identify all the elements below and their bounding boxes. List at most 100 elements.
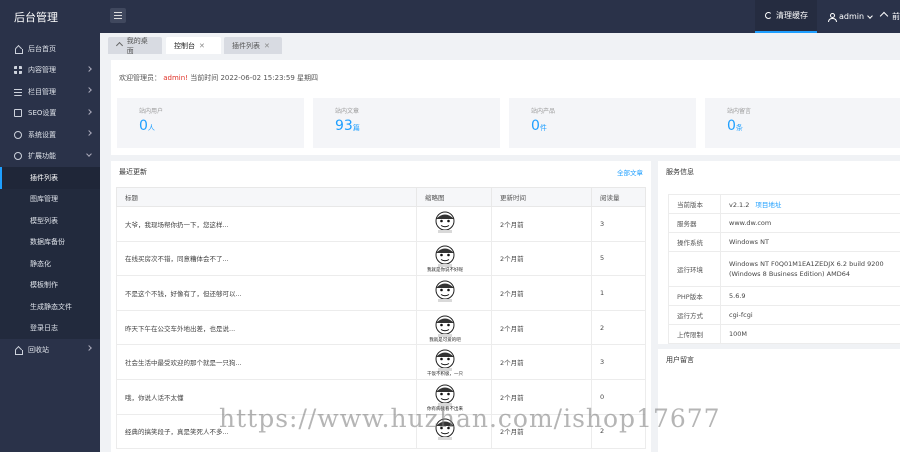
sidebar-item-label: 系统设置	[28, 130, 56, 139]
sidebar-item-columns[interactable]: 栏目管理	[0, 81, 100, 103]
refresh-icon	[765, 12, 772, 19]
info-value: 100M	[720, 324, 900, 344]
table-row[interactable]: 不是这个不钱，好像有了，但还够可以... 2个月前 1	[116, 275, 646, 311]
tab-console[interactable]: 控制台 ✕	[166, 37, 221, 54]
update-time: 2个月前	[491, 275, 592, 311]
system-info-panel: 服务信息 当前版本 v2.1.2 项目地址 服务器 www.dw.com 操作系统…	[658, 161, 900, 344]
user-menu[interactable]: admin	[828, 0, 873, 33]
submenu-item-db-backup[interactable]: 数据库备份	[0, 232, 100, 254]
system-info-table: 当前版本 v2.1.2 项目地址 服务器 www.dw.com 操作系统 Wind…	[668, 194, 900, 344]
welcome-prefix: 欢迎管理员：	[119, 74, 161, 82]
stat-label: 站内留言	[727, 108, 752, 115]
info-key: 当前版本	[668, 194, 721, 214]
all-articles-link[interactable]: 全部文章	[617, 167, 643, 177]
sidebar-item-extensions[interactable]: 扩展功能	[0, 146, 100, 168]
article-title[interactable]: 社会生活中最受欢迎的那个就是一只狗...	[116, 344, 417, 380]
table-row[interactable]: 经典的搞笑段子，真是笑死人不多... 2个月前 2	[116, 413, 646, 450]
thumbnail-cell: 你有病我看不出来	[416, 378, 492, 415]
thumb-caption: 我就是可爱的吧	[429, 336, 461, 343]
thumbnail-cell: 我就是你说不好呢	[416, 240, 492, 277]
info-key: PHP版本	[668, 286, 721, 306]
tab-desktop[interactable]: 我的桌面	[108, 37, 162, 55]
stat-value: 0人	[139, 118, 155, 134]
view-count: 1	[591, 275, 646, 311]
update-time: 2个月前	[491, 344, 592, 380]
stat-card-products: 站内产品 0件	[509, 98, 696, 148]
sidebar-item-recycle[interactable]: 回收站	[0, 339, 100, 361]
submenu-item-templates[interactable]: 模板制作	[0, 275, 100, 297]
submenu-item-models[interactable]: 模型列表	[0, 210, 100, 232]
extension-icon	[14, 152, 22, 161]
stat-card-articles: 站内文章 93篇	[313, 98, 500, 148]
chevron-right-icon	[86, 345, 92, 351]
sidebar-item-label: 扩展功能	[28, 152, 56, 161]
stat-card-users: 站内用户 0人	[117, 98, 304, 148]
close-icon[interactable]: ✕	[264, 42, 270, 50]
table-row: PHP版本 5.6.9	[668, 286, 900, 306]
welcome-time: 当前时间 2022-06-02 15:23:59 星期四	[190, 74, 319, 82]
article-title[interactable]: 大爷，我现场帮你扔一下，您这样...	[116, 206, 417, 242]
submenu-item-login-log[interactable]: 登录日志	[0, 318, 100, 340]
submenu-item-plugins[interactable]: 插件列表	[0, 167, 100, 189]
thumb-caption: 我就是你说不好呢	[427, 266, 463, 273]
sidebar-item-label: 回收站	[28, 345, 49, 354]
sidebar-item-home[interactable]: 后台首页	[0, 38, 100, 60]
info-value: Windows NT	[720, 232, 900, 252]
article-title[interactable]: 不是这个不钱，好像有了，但还够可以...	[116, 275, 417, 311]
panel-title: 服务信息	[666, 167, 694, 176]
view-count: 5	[591, 240, 646, 277]
home-link[interactable]: 前	[880, 0, 900, 33]
meme-thumbnail	[435, 418, 455, 441]
list-icon	[14, 87, 22, 96]
sidebar-item-label: 内容管理	[28, 66, 56, 75]
article-title[interactable]: 在线买房次不错，同意糟体会不了...	[116, 240, 417, 277]
tab-plugins[interactable]: 插件列表 ✕	[224, 37, 282, 54]
info-value: 5.6.9	[720, 286, 900, 306]
article-title[interactable]: 昨天下午在公交车外地出差，也是说...	[116, 309, 417, 346]
info-key: 操作系统	[668, 232, 721, 252]
sidebar-item-label: 栏目管理	[28, 87, 56, 96]
sidebar-item-settings[interactable]: 系统设置	[0, 124, 100, 146]
thumb-caption: 你有病我看不出来	[427, 405, 463, 412]
view-count: 3	[591, 344, 646, 380]
chevron-right-icon	[86, 108, 92, 115]
latest-table: 标题 缩略图 更新时间 阅读量 大爷，我现场帮你扔一下，您这样... 2个月前 3 在…	[116, 187, 646, 450]
table-row: 运行方式 cgi-fcgi	[668, 305, 900, 325]
chevron-right-icon	[86, 65, 92, 72]
table-row[interactable]: 昨天下午在公交车外地出差，也是说... 我就是可爱的吧 2个月前 2	[116, 309, 646, 346]
stat-label: 站内用户	[139, 108, 164, 115]
submenu-item-gallery[interactable]: 图库管理	[0, 189, 100, 211]
extensions-submenu: 插件列表 图库管理 模型列表 数据库备份 静态化 模板制作 生成静态文件 登录日…	[0, 167, 100, 339]
sidebar-item-seo[interactable]: SEO设置	[0, 103, 100, 125]
project-link[interactable]: 项目地址	[755, 201, 781, 209]
submenu-item-static[interactable]: 静态化	[0, 253, 100, 275]
info-value: v2.1.2 项目地址	[720, 194, 900, 214]
close-icon[interactable]: ✕	[199, 42, 205, 50]
gear-icon	[14, 130, 22, 139]
user-name: admin	[839, 12, 865, 21]
article-title[interactable]: 哦，你说人话不太懂	[116, 378, 417, 415]
table-row[interactable]: 在线买房次不错，同意糟体会不了... 我就是你说不好呢 2个月前 5	[116, 240, 646, 277]
table-row[interactable]: 哦，你说人话不太懂 你有病我看不出来 2个月前 0	[116, 378, 646, 415]
meme-thumbnail	[435, 280, 455, 302]
thumbnail-cell: 我就是可爱的吧	[416, 309, 492, 346]
table-row[interactable]: 大爷，我现场帮你扔一下，您这样... 2个月前 3	[116, 206, 646, 242]
stat-value: 0条	[727, 118, 743, 134]
tab-bar: 我的桌面 控制台 ✕ 插件列表 ✕	[100, 33, 900, 55]
latest-updates-panel: 最近更新 全部文章 标题 缩略图 更新时间 阅读量 大爷，我现场帮你扔一下，您这…	[111, 161, 651, 452]
table-row: 操作系统 Windows NT	[668, 232, 900, 252]
table-row[interactable]: 社会生活中最受欢迎的那个就是一只狗... 干饭不积极，一只 2个月前 3	[116, 344, 646, 380]
clear-cache-button[interactable]: 清理缓存	[755, 0, 817, 33]
stat-card-messages: 站内留言 0条	[705, 98, 900, 148]
stat-value: 0件	[531, 118, 547, 134]
app-title: 后台管理	[14, 11, 58, 24]
sidebar-item-content[interactable]: 内容管理	[0, 60, 100, 82]
menu-toggle-button[interactable]	[110, 8, 126, 23]
column-header: 标题	[116, 187, 417, 207]
article-title[interactable]: 经典的搞笑段子，真是笑死人不多...	[116, 413, 417, 450]
meme-thumbnail: 我就是可爱的吧	[429, 315, 461, 343]
submenu-item-generate-static[interactable]: 生成静态文件	[0, 296, 100, 318]
tab-label: 控制台	[174, 41, 195, 50]
welcome-line: 欢迎管理员： admin! 当前时间 2022-06-02 15:23:59 星…	[119, 73, 318, 83]
sidebar: 后台首页 内容管理 栏目管理 SEO设置 系统设置 扩展功能 插件列表 图库管理…	[0, 33, 100, 452]
